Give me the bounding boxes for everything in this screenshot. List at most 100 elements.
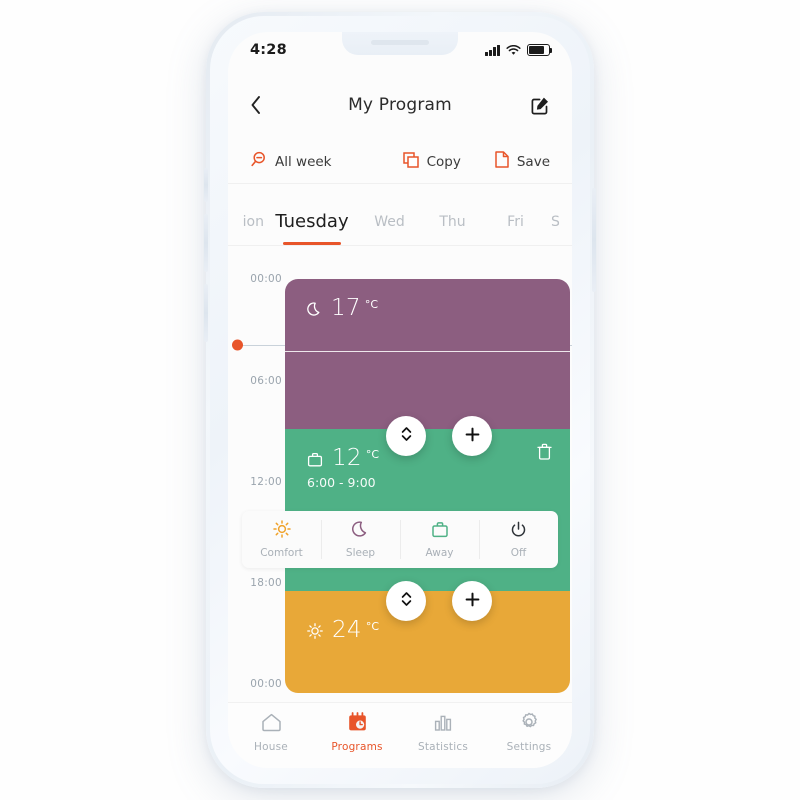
- all-week-button[interactable]: All week: [250, 151, 332, 172]
- active-tab-underline: [283, 242, 341, 245]
- away-block-time-range: 6:00 - 9:00: [307, 475, 376, 490]
- day-tab-saturday[interactable]: S: [547, 198, 572, 245]
- screenshot-stage: 4:28 My Program All week Copy Save ion T…: [0, 0, 800, 800]
- edit-square-pencil-icon[interactable]: [524, 96, 550, 115]
- day-tab-tuesday[interactable]: Tuesday: [266, 198, 358, 245]
- copy-button[interactable]: Copy: [402, 151, 461, 172]
- axis-label: 00:00: [250, 273, 282, 285]
- day-tab-label: Wed: [374, 213, 405, 230]
- day-tab-monday[interactable]: ion: [228, 198, 266, 245]
- schedule-area: 00:00 06:00 12:00 18:00 00:00 17 °C 12 °…: [228, 246, 572, 702]
- current-time-marker-dot: [232, 339, 243, 351]
- resize-handle-lower[interactable]: [386, 581, 426, 621]
- nav-item-settings[interactable]: Settings: [486, 712, 572, 753]
- copy-icon: [402, 151, 419, 172]
- plus-icon: [465, 592, 480, 611]
- app-header: My Program: [228, 82, 572, 128]
- nav-item-house[interactable]: House: [228, 713, 314, 753]
- schedule-block-comfort[interactable]: 24 °C: [285, 591, 570, 693]
- back-chevron-icon[interactable]: [250, 95, 276, 115]
- copy-label: Copy: [426, 153, 461, 170]
- schedule-now-separator: [285, 351, 570, 352]
- mode-comfort[interactable]: Comfort: [242, 511, 321, 568]
- save-file-icon: [495, 151, 509, 172]
- save-label: Save: [516, 153, 550, 170]
- day-tab-thursday[interactable]: Thu: [421, 198, 484, 245]
- resize-handle-upper[interactable]: [386, 416, 426, 456]
- sleep-block-temperature: 17: [331, 295, 361, 321]
- nav-label: Programs: [331, 741, 383, 753]
- day-tabs: ion Tuesday Wed Thu Fri S: [228, 198, 572, 246]
- mode-label: Off: [510, 546, 527, 559]
- briefcase-icon: [307, 452, 323, 471]
- page-title: My Program: [348, 95, 452, 115]
- bar-chart-icon: [433, 713, 453, 736]
- save-button[interactable]: Save: [495, 151, 550, 172]
- phone-screen: 4:28 My Program All week Copy Save ion T…: [228, 32, 572, 768]
- phone-mute-switch[interactable]: [204, 168, 208, 202]
- nav-label: House: [254, 740, 288, 753]
- nav-item-statistics[interactable]: Statistics: [400, 713, 486, 753]
- axis-label: 00:00: [250, 678, 282, 690]
- time-axis: 00:00 06:00 12:00 18:00 00:00: [228, 246, 290, 702]
- day-tab-label: Fri: [507, 213, 524, 230]
- mode-label: Away: [425, 546, 454, 559]
- all-week-label: All week: [275, 153, 332, 170]
- mode-label: Sleep: [345, 546, 376, 559]
- gear-icon: [519, 712, 539, 736]
- day-tab-label: Thu: [439, 213, 466, 230]
- sleep-block-header: 17 °C: [307, 295, 378, 321]
- mode-away[interactable]: Away: [400, 511, 479, 568]
- schedule-block-sleep[interactable]: 17 °C: [285, 279, 570, 429]
- briefcase-icon: [431, 521, 449, 542]
- axis-label: 06:00: [250, 375, 282, 387]
- plus-icon: [465, 427, 480, 446]
- sun-icon: [272, 520, 291, 542]
- comfort-block-header: 24 °C: [307, 617, 379, 643]
- up-down-chevrons-icon: [400, 590, 413, 612]
- comfort-block-unit: °C: [365, 620, 380, 633]
- moon-icon: [352, 520, 369, 542]
- status-bar: 4:28: [228, 32, 572, 68]
- nav-label: Settings: [506, 741, 552, 753]
- axis-label: 12:00: [250, 476, 282, 488]
- mode-selector: Comfort Sleep Away Off: [242, 511, 558, 568]
- status-bar-icons: [485, 41, 553, 60]
- battery-icon: [527, 44, 553, 56]
- day-tab-wednesday[interactable]: Wed: [358, 198, 421, 245]
- phone-power-button[interactable]: [592, 188, 596, 292]
- phone-volume-up-button[interactable]: [204, 214, 208, 272]
- moon-icon: [307, 302, 322, 321]
- mode-sleep[interactable]: Sleep: [321, 511, 400, 568]
- add-period-button-lower[interactable]: [452, 581, 492, 621]
- bottom-navigation: House Programs Statistics Settings: [228, 702, 572, 768]
- day-tab-label: S: [551, 213, 560, 230]
- sun-icon: [307, 623, 323, 643]
- wifi-icon: [506, 41, 521, 60]
- up-down-chevrons-icon: [400, 425, 413, 447]
- mode-label: Comfort: [260, 547, 303, 559]
- axis-label: 18:00: [250, 577, 282, 589]
- nav-label: Statistics: [418, 740, 468, 753]
- calendar-clock-icon: [347, 712, 368, 736]
- schedule-toolbar: All week Copy Save: [228, 140, 572, 184]
- home-icon: [261, 713, 282, 736]
- mode-off[interactable]: Off: [479, 511, 558, 568]
- day-tab-label: Tuesday: [275, 211, 349, 232]
- day-tab-friday[interactable]: Fri: [484, 198, 547, 245]
- cellular-signal-icon: [485, 44, 500, 56]
- power-icon: [510, 521, 527, 542]
- day-tab-label: ion: [242, 213, 264, 230]
- trash-icon[interactable]: [537, 443, 552, 464]
- schedule-blocks: 17 °C 12 °C 6:00 - 9:00 24 °C: [285, 279, 570, 693]
- phone-volume-down-button[interactable]: [204, 284, 208, 342]
- sleep-block-unit: °C: [364, 298, 379, 311]
- nav-item-programs[interactable]: Programs: [314, 712, 400, 753]
- magnifier-minus-icon: [250, 151, 267, 172]
- away-block-unit: °C: [365, 448, 380, 461]
- away-block-temperature: 12: [332, 445, 362, 471]
- status-bar-time: 4:28: [250, 42, 287, 58]
- away-block-header: 12 °C: [307, 445, 379, 471]
- comfort-block-temperature: 24: [332, 617, 362, 643]
- add-period-button-upper[interactable]: [452, 416, 492, 456]
